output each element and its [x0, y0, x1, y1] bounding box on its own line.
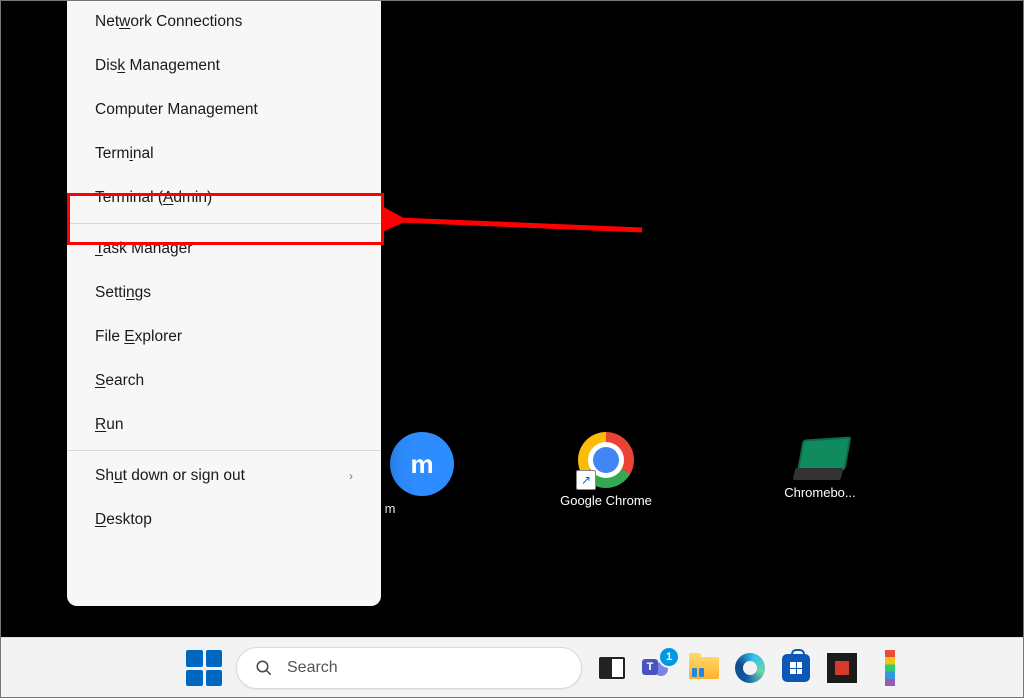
menu-item-label: Disk Management — [95, 57, 220, 75]
menu-item[interactable]: Desktop — [67, 498, 381, 542]
menu-item[interactable]: Disk Management — [67, 44, 381, 88]
menu-item[interactable]: Settings — [67, 271, 381, 315]
annotation-arrow — [384, 200, 654, 244]
desktop[interactable]: m m ↗ Google Chrome Chromebo... Network … — [0, 0, 1024, 698]
menu-item-label: Network Connections — [95, 13, 242, 31]
menu-item[interactable]: Network Connections — [67, 0, 381, 44]
desktop-icon-chromebook[interactable]: Chromebo... — [760, 432, 880, 501]
menu-item-label: Run — [95, 416, 123, 434]
menu-item-label: Desktop — [95, 511, 152, 529]
menu-item[interactable]: Search — [67, 359, 381, 403]
menu-item-label: Task Manager — [95, 240, 192, 258]
taskbar-app-unknown-stripes[interactable] — [874, 652, 906, 684]
app-icon — [827, 653, 857, 683]
start-button[interactable] — [186, 650, 222, 686]
desktop-icon-label: Google Chrome — [546, 492, 666, 509]
menu-item-label: File Explorer — [95, 328, 182, 346]
desktop-icon-chrome[interactable]: ↗ Google Chrome — [546, 432, 666, 509]
menu-item-label: Search — [95, 372, 144, 390]
search-placeholder: Search — [287, 659, 338, 677]
chromebook-icon — [788, 438, 852, 480]
file-explorer-icon — [689, 657, 719, 679]
task-view-button[interactable] — [596, 652, 628, 684]
taskbar-app-teams[interactable]: T 1 — [642, 652, 674, 684]
taskbar-app-unknown-dark[interactable] — [826, 652, 858, 684]
desktop-icon-label: Chromebo... — [760, 484, 880, 501]
task-view-icon — [599, 657, 625, 679]
edge-icon — [735, 653, 765, 683]
menu-item-label: Settings — [95, 284, 151, 302]
menu-item[interactable]: Shut down or sign out › — [67, 454, 381, 498]
search-icon — [255, 659, 273, 677]
menu-item[interactable]: Terminal — [67, 132, 381, 176]
menu-separator — [67, 450, 381, 451]
menu-item-label: Shut down or sign out — [95, 467, 245, 485]
menu-item[interactable]: Terminal (Admin) — [67, 176, 381, 220]
menu-item-label: Computer Management — [95, 101, 258, 119]
menu-item[interactable]: File Explorer — [67, 315, 381, 359]
taskbar-app-file-explorer[interactable] — [688, 652, 720, 684]
menu-item-label: Terminal (Admin) — [95, 189, 212, 207]
taskbar-app-store[interactable] — [780, 652, 812, 684]
menu-item[interactable]: Computer Management — [67, 88, 381, 132]
menu-item-label: Terminal — [95, 145, 154, 163]
chevron-right-icon: › — [349, 469, 353, 483]
taskbar: Search T 1 — [0, 637, 1024, 698]
ms-store-icon — [782, 654, 810, 682]
app-icon — [885, 650, 895, 686]
menu-item[interactable]: Task Manager — [67, 227, 381, 271]
taskbar-app-edge[interactable] — [734, 652, 766, 684]
menu-item[interactable]: Run — [67, 403, 381, 447]
notification-badge: 1 — [658, 646, 680, 668]
taskbar-search[interactable]: Search — [236, 647, 582, 689]
shortcut-arrow-icon: ↗ — [576, 470, 596, 490]
winx-menu: Network Connections Disk Management Comput… — [67, 0, 381, 606]
zoom-icon: m — [390, 432, 454, 496]
menu-separator — [67, 223, 381, 224]
